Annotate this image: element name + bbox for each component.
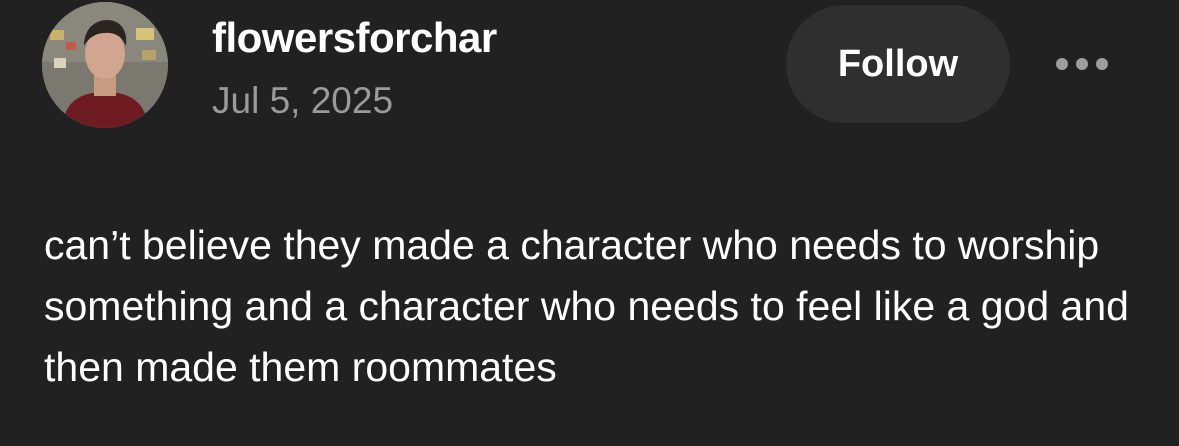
post-body-text: can’t believe they made a character who … (44, 222, 1129, 390)
username[interactable]: flowersforchar (212, 14, 497, 62)
more-horizontal-icon (1056, 58, 1108, 70)
post-date[interactable]: Jul 5, 2025 (212, 80, 393, 122)
avatar-photo (42, 2, 168, 128)
more-options-button[interactable] (1046, 44, 1118, 84)
follow-button[interactable]: Follow (786, 5, 1010, 123)
avatar[interactable] (42, 2, 168, 128)
